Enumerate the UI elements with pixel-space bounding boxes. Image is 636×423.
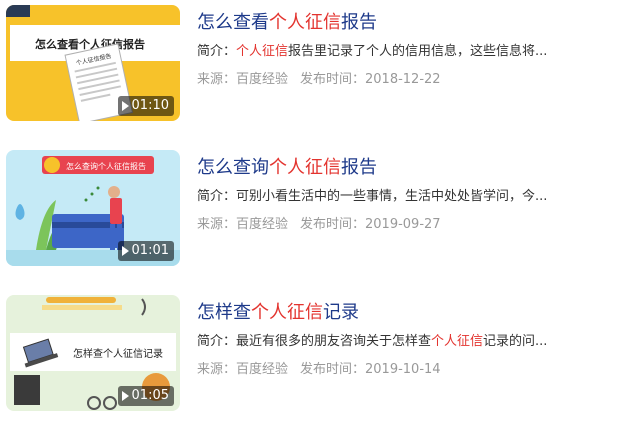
video-duration-badge: 01:10 [117,96,174,116]
description-text: 报告里记录了个人的信用信息，这些信息将... [288,44,548,59]
description-label: 简介： [197,189,237,204]
description-text: 可别小看生活中的一些事情，生活中处处皆学问，今... [236,189,548,204]
result-description: 简介：个人征信报告里记录了个人的信用信息，这些信息将... [197,43,617,61]
result-item: 怎么查看个人征信报告 个人征信报告 01:10 怎么查看个人征信报告 简介：个人… [0,5,636,123]
video-result-list: 怎么查看个人征信报告 个人征信报告 01:10 怎么查看个人征信报告 简介：个人… [0,0,636,423]
title-highlight: 个人征信 [269,12,341,33]
video-duration-badge: 01:01 [117,241,174,261]
thumbnail-caption: 怎么查看个人征信报告 [35,37,145,51]
description-highlight: 个人征信 [236,44,289,59]
source-text: 来源：百度经验 [197,217,289,232]
title-highlight: 个人征信 [251,302,323,323]
result-title-link[interactable]: 怎样查个人征信记录 [197,301,617,325]
description-text: 最近有很多的朋友咨询关于怎样查 [236,334,432,349]
description-label: 简介： [197,44,237,59]
result-info: 怎样查个人征信记录 简介：最近有很多的朋友咨询关于怎样查个人征信记录的问... … [197,301,617,379]
thumbnail-caption: 怎么查询个人征信报告 [66,161,146,171]
play-icon [121,246,129,256]
source-text: 来源：百度经验 [197,362,289,377]
title-text: 怎么查看 [197,12,269,33]
description-highlight: 个人征信 [431,334,484,349]
result-meta: 来源：百度经验 发布时间：2019-09-27 [197,216,617,234]
title-text: 报告 [341,12,377,33]
result-title-link[interactable]: 怎么查看个人征信报告 [197,11,617,35]
title-text: 怎样查 [197,302,251,323]
publish-date: 发布时间：2019-09-27 [300,217,441,232]
result-meta: 来源：百度经验 发布时间：2018-12-22 [197,71,617,89]
thumbnail-caption: 怎样查个人征信记录 [73,347,163,360]
result-info: 怎么查看个人征信报告 简介：个人征信报告里记录了个人的信用信息，这些信息将...… [197,11,617,89]
title-highlight: 个人征信 [269,157,341,178]
title-text: 报告 [341,157,377,178]
video-thumbnail[interactable]: 怎么查询个人征信报告 01:01 [6,150,180,266]
publish-date: 发布时间：2019-10-14 [300,362,441,377]
source-text: 来源：百度经验 [197,72,289,87]
result-description: 简介：可别小看生活中的一些事情，生活中处处皆学问，今... [197,188,617,206]
video-duration-badge: 01:05 [117,386,174,406]
play-icon [121,391,129,401]
duration-text: 01:05 [131,388,169,403]
description-text: 记录的问... [483,334,548,349]
result-item: 怎么查询个人征信报告 01:01 怎么查询个人征信报告 简介：可别小看生活中的一… [0,150,636,268]
result-info: 怎么查询个人征信报告 简介：可别小看生活中的一些事情，生活中处处皆学问，今...… [197,156,617,234]
duration-text: 01:10 [131,98,169,113]
publish-date: 发布时间：2018-12-22 [300,72,441,87]
result-item: 怎样查个人征信记录 01:05 怎样查个人征信记录 简介：最近有很多的朋友咨询关… [0,295,636,413]
video-thumbnail[interactable]: 怎么查看个人征信报告 个人征信报告 01:10 [6,5,180,121]
title-text: 记录 [323,302,359,323]
result-title-link[interactable]: 怎么查询个人征信报告 [197,156,617,180]
result-description: 简介：最近有很多的朋友咨询关于怎样查个人征信记录的问... [197,333,617,351]
video-thumbnail[interactable]: 怎样查个人征信记录 01:05 [6,295,180,411]
title-text: 怎么查询 [197,157,269,178]
duration-text: 01:01 [131,243,169,258]
play-icon [121,101,129,111]
result-meta: 来源：百度经验 发布时间：2019-10-14 [197,361,617,379]
description-label: 简介： [197,334,237,349]
